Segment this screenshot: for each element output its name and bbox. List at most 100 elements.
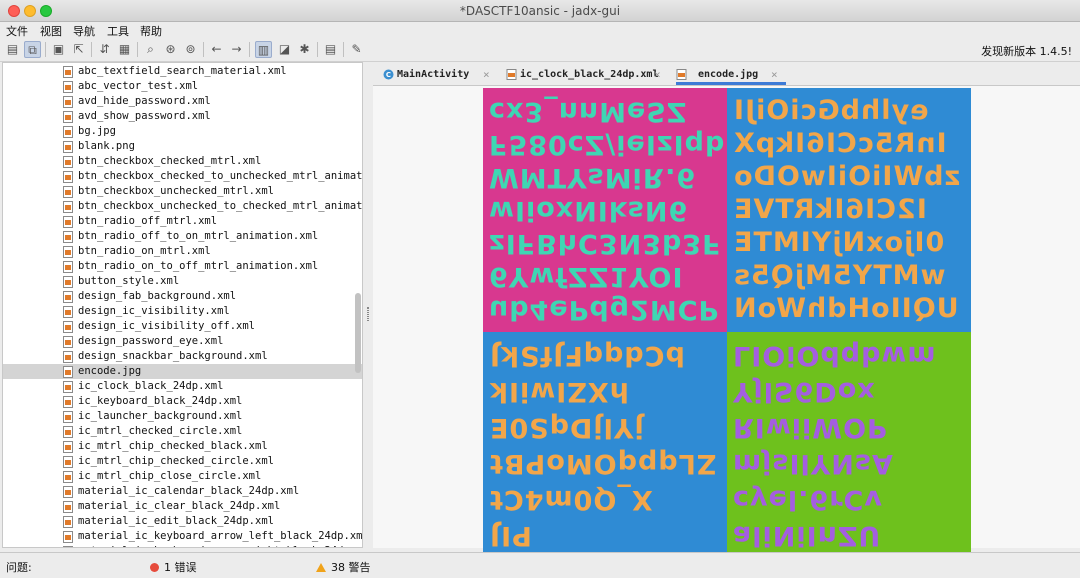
tree-file-item[interactable]: encode.jpg (3, 364, 362, 379)
forward-arrow-icon[interactable]: → (228, 41, 245, 58)
tree-file-item[interactable]: ic_launcher_background.xml (3, 409, 362, 424)
log-viewer-icon[interactable]: ▤ (322, 41, 339, 58)
menu-help[interactable]: 帮助 (140, 23, 162, 39)
file-icon (63, 171, 73, 183)
tree-file-item[interactable]: ic_mtrl_chip_checked_black.xml (3, 439, 362, 454)
encoded-text-line: zIFBhC3N3b3F (489, 228, 722, 259)
menu-navigation[interactable]: 导航 (73, 23, 95, 39)
sync-tree-icon[interactable]: ⇵ (96, 41, 113, 58)
file-icon (63, 141, 73, 153)
menu-tools[interactable]: 工具 (107, 23, 129, 39)
tree-file-item[interactable]: btn_radio_on_mtrl.xml (3, 244, 362, 259)
tree-file-item[interactable]: material_ic_edit_black_24dp.xml (3, 514, 362, 529)
tree-file-item[interactable]: material_ic_clear_black_24dp.xml (3, 499, 362, 514)
tree-file-item[interactable]: ic_clock_black_24dp.xml (3, 379, 362, 394)
tree-file-label: material_ic_keyboard_arrow_right_black_2… (78, 545, 362, 547)
find-usage-icon[interactable]: ⊚ (182, 41, 199, 58)
tree-file-item[interactable]: btn_radio_off_to_on_mtrl_animation.xml (3, 229, 362, 244)
editor-tab-bar: C MainActivity × ic_clock_black_24dp.xml… (373, 62, 1080, 86)
tab-close-icon[interactable]: × (654, 68, 661, 81)
file-icon (63, 321, 73, 333)
menu-view[interactable]: 视图 (40, 23, 62, 39)
tree-file-item[interactable]: btn_checkbox_checked_mtrl.xml (3, 154, 362, 169)
tree-file-item[interactable]: ic_mtrl_chip_checked_circle.xml (3, 454, 362, 469)
tree-file-item[interactable]: btn_checkbox_unchecked_mtrl.xml (3, 184, 362, 199)
export-icon[interactable]: ⇱ (70, 41, 87, 58)
tree-file-item[interactable]: abc_vector_test.xml (3, 79, 362, 94)
encoded-text-line: eylhbGciOiJI (733, 95, 929, 126)
update-available-label[interactable]: 发现新版本 1.4.5! (981, 43, 1072, 59)
tab-close-icon[interactable]: × (771, 68, 778, 81)
encoded-text-line: zbWIiOiIwODo (733, 161, 961, 192)
code-view-icon[interactable]: ▥ (255, 41, 272, 58)
encoded-text-line: cx3_nnMeSZ (489, 96, 688, 127)
window-title: *DASCTF10ansic - jadx-gui (459, 4, 621, 18)
find-class-icon[interactable]: ⊛ (162, 41, 179, 58)
tab-mainactivity[interactable]: C MainActivity × (383, 65, 503, 85)
deobfuscate-icon[interactable]: ◪ (276, 41, 293, 58)
tree-file-label: ic_mtrl_chip_checked_black.xml (78, 440, 268, 452)
file-icon (63, 516, 73, 528)
tree-file-item[interactable]: design_fab_background.xml (3, 289, 362, 304)
encoded-text-line: jYljDqS0E (489, 412, 644, 443)
tree-file-item[interactable]: bg.jpg (3, 124, 362, 139)
tree-file-label: avd_hide_password.xml (78, 95, 211, 107)
save-icon[interactable]: ▣ (50, 41, 67, 58)
image-quadrant-bottom-left: bCdqqFJfSkJ hXZIwiIk jYljDqS0E ZLqpqOMoPBt X… (483, 332, 727, 576)
tree-file-item[interactable]: btn_radio_off_mtrl.xml (3, 214, 362, 229)
image-quadrant-top-left: cx3_nnMeSZ F580cZ/ieIzIqb WMTYsMiR.6 wIioxN… (483, 88, 727, 332)
tree-file-item[interactable]: ic_mtrl_checked_circle.xml (3, 424, 362, 439)
tree-file-item[interactable]: btn_checkbox_checked_to_unchecked_mtrl_a… (3, 169, 362, 184)
preferences-wrench-icon[interactable]: ✎ (348, 41, 365, 58)
encoded-text-line: WMTYsMiR.6 (489, 162, 697, 193)
tree-file-item[interactable]: button_style.xml (3, 274, 362, 289)
tab-ic-clock-black-24dp[interactable]: ic_clock_black_24dp.xml × (506, 65, 671, 85)
debug-bug-icon[interactable]: ✱ (296, 41, 313, 58)
tree-file-item[interactable]: design_snackbar_background.xml (3, 349, 362, 364)
tab-encode-jpg[interactable]: encode.jpg × (676, 65, 786, 85)
tree-file-label: btn_checkbox_unchecked_to_checked_mtrl_a… (78, 200, 363, 212)
tree-file-label: ic_keyboard_black_24dp.xml (78, 395, 243, 407)
tree-file-item[interactable]: material_ic_keyboard_arrow_left_black_24… (3, 529, 362, 544)
tree-file-label: blank.png (78, 140, 135, 152)
tree-file-item[interactable]: btn_checkbox_unchecked_to_checked_mtrl_a… (3, 199, 362, 214)
file-icon (63, 246, 73, 258)
tree-file-label: material_ic_edit_black_24dp.xml (78, 515, 274, 527)
file-icon (63, 411, 73, 423)
tree-file-item[interactable]: avd_show_password.xml (3, 109, 362, 124)
encoded-text-line: 6YwfZZ1YOI (489, 261, 684, 292)
tree-file-item[interactable]: blank.png (3, 139, 362, 154)
file-tree[interactable]: material_ic_keyboard_arrow_right_black_2… (2, 62, 363, 548)
tree-file-item[interactable]: material_ic_keyboard_arrow_right_black_2… (3, 544, 362, 547)
tree-file-item[interactable]: ic_mtrl_chip_close_circle.xml (3, 469, 362, 484)
search-icon[interactable]: ⌕ (142, 41, 159, 58)
warning-icon (316, 563, 326, 572)
file-icon (63, 291, 73, 303)
tree-file-item[interactable]: avd_hide_password.xml (3, 94, 362, 109)
tree-file-item[interactable]: design_ic_visibility_off.xml (3, 319, 362, 334)
tree-file-item[interactable]: design_ic_visibility.xml (3, 304, 362, 319)
back-arrow-icon[interactable]: ← (208, 41, 225, 58)
tree-file-item[interactable]: ic_keyboard_black_24dp.xml (3, 394, 362, 409)
tree-file-label: abc_textfield_search_material.xml (78, 65, 287, 77)
add-files-icon[interactable]: ⧉ (24, 41, 41, 58)
encoded-text-line: X_Q0m4Ct (489, 484, 653, 515)
pane-splitter[interactable] (364, 62, 372, 548)
tree-file-label: btn_radio_on_mtrl.xml (78, 245, 211, 257)
tree-file-item[interactable]: material_ic_calendar_black_24dp.xml (3, 484, 362, 499)
tree-file-item[interactable]: design_password_eye.xml (3, 334, 362, 349)
encoded-text-line: RIwiiWOP (733, 412, 888, 443)
flatten-packages-icon[interactable]: ▦ (116, 41, 133, 58)
warnings-indicator[interactable]: 38 警告 (316, 559, 371, 575)
file-icon (63, 81, 73, 93)
tree-file-label: design_ic_visibility_off.xml (78, 320, 256, 332)
open-folder-icon[interactable]: ▤ (4, 41, 21, 58)
tree-scrollbar[interactable] (355, 293, 361, 373)
tab-close-icon[interactable]: × (483, 68, 490, 81)
tree-file-item[interactable]: btn_radio_on_to_off_mtrl_animation.xml (3, 259, 362, 274)
menu-file[interactable]: 文件 (6, 23, 28, 39)
file-icon (63, 486, 73, 498)
tree-file-item[interactable]: abc_textfield_search_material.xml (3, 64, 362, 79)
errors-indicator[interactable]: 1 错误 (150, 559, 197, 575)
tree-file-label: design_fab_background.xml (78, 290, 237, 302)
